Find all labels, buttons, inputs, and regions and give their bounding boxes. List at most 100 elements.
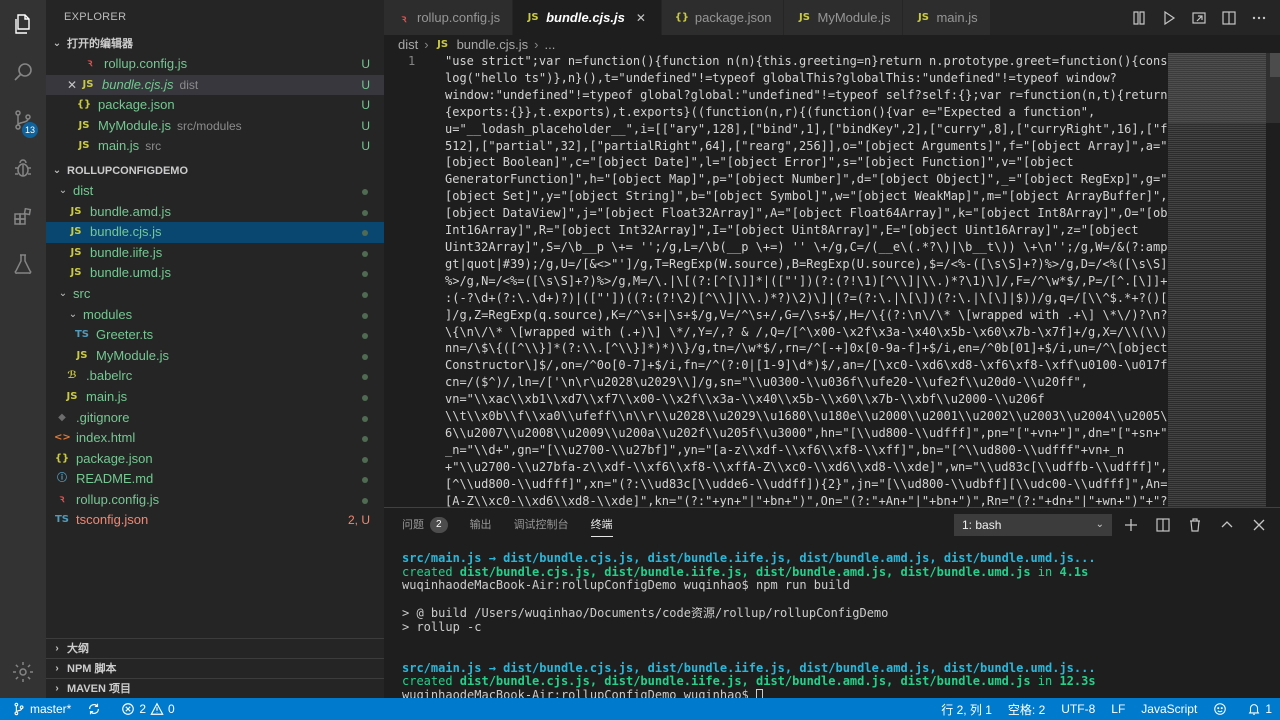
- code-line: u="__lodash_placeholder__",i=[["ary",128…: [445, 121, 1168, 136]
- open-editor-item[interactable]: ꝛ rollup.config.js U: [46, 54, 384, 75]
- code-line: [object Set]",y="[object String]",b="[ob…: [445, 189, 1168, 204]
- warning-icon: [150, 702, 164, 715]
- tab-bundle-cjs[interactable]: JS bundle.cjs.js ✕: [513, 0, 662, 35]
- tree-folder-modules[interactable]: ⌄ modules: [46, 305, 384, 326]
- tree-file[interactable]: <> index.html: [46, 428, 384, 449]
- extensions-icon[interactable]: [0, 192, 46, 240]
- problems-status[interactable]: 2 0: [113, 698, 182, 720]
- tab-terminal[interactable]: 终端: [590, 508, 613, 542]
- ts-file-icon: TS: [74, 329, 90, 341]
- tree-file[interactable]: ꝛ rollup.config.js: [46, 490, 384, 511]
- file-name: tsconfig.json: [76, 512, 149, 528]
- terminal-line: > rollup -c: [402, 619, 482, 634]
- scrollbar-thumb[interactable]: [1270, 53, 1280, 77]
- tree-folder-src[interactable]: ⌄ src: [46, 284, 384, 305]
- terminal-select[interactable]: 1: bash ⌄: [954, 514, 1112, 536]
- problems-count-badge: 2: [430, 517, 448, 533]
- tree-file[interactable]: JS bundle.amd.js: [46, 202, 384, 223]
- open-editor-item[interactable]: JS MyModule.js src/modules U: [46, 116, 384, 137]
- tree-file-selected[interactable]: JS bundle.cjs.js: [46, 222, 384, 243]
- tree-file[interactable]: JS bundle.iife.js: [46, 243, 384, 264]
- testing-icon[interactable]: [0, 240, 46, 288]
- run-icon[interactable]: [1156, 5, 1182, 31]
- breadcrumb-file[interactable]: bundle.cjs.js: [457, 37, 529, 52]
- open-editor-item[interactable]: JS main.js src U: [46, 136, 384, 157]
- settings-gear-icon[interactable]: [0, 648, 46, 696]
- terminal-output[interactable]: src/main.js → dist/bundle.cjs.js, dist/b…: [402, 551, 1262, 703]
- npm-scripts-section[interactable]: › NPM 脚本: [46, 658, 384, 678]
- file-name: bundle.amd.js: [90, 203, 171, 219]
- debug-icon[interactable]: [0, 144, 46, 192]
- error-icon: [122, 703, 135, 715]
- terminal-select-value: 1: bash: [962, 518, 1002, 532]
- branch-status[interactable]: master*: [0, 698, 79, 720]
- trash-icon[interactable]: [1182, 512, 1208, 538]
- file-name: Greeter.ts: [96, 327, 154, 343]
- open-editor-item[interactable]: ✕ JS bundle.cjs.js dist U: [46, 74, 384, 96]
- compare-icon[interactable]: [1126, 5, 1152, 31]
- new-terminal-icon[interactable]: [1118, 512, 1144, 538]
- encoding[interactable]: UTF-8: [1053, 698, 1103, 720]
- file-name: MyModule.js: [96, 347, 169, 363]
- tab-debug-console[interactable]: 调试控制台: [514, 508, 569, 542]
- notifications[interactable]: 1: [1239, 698, 1280, 720]
- outline-section[interactable]: › 大纲: [46, 638, 384, 658]
- source-control-icon[interactable]: [0, 96, 46, 144]
- tab-main[interactable]: JS main.js: [903, 0, 991, 35]
- code-line: +"\\u2700-\\u27bfa-z\\xdf-\\xf6\\xf8-\\x…: [445, 459, 1168, 474]
- breadcrumb-more[interactable]: ...: [544, 37, 555, 52]
- tab-problems[interactable]: 问题 2: [402, 508, 448, 542]
- modified-dot: [362, 456, 368, 463]
- js-file-icon: JS: [70, 226, 82, 238]
- tree-file[interactable]: JS bundle.umd.js: [46, 263, 384, 284]
- tab-output[interactable]: 输出: [470, 508, 492, 542]
- minimap-slider[interactable]: [1168, 53, 1280, 123]
- js-file-icon: JS: [70, 205, 82, 217]
- cursor-position[interactable]: 行 2, 列 1: [933, 698, 1000, 720]
- tree-file[interactable]: JS main.js: [46, 387, 384, 408]
- maven-section[interactable]: › MAVEN 项目: [46, 678, 384, 698]
- file-name: rollup.config.js: [104, 56, 188, 71]
- split-terminal-icon[interactable]: [1150, 512, 1176, 538]
- file-name: .gitignore: [76, 409, 130, 425]
- tree-file[interactable]: JS MyModule.js: [46, 346, 384, 367]
- editor-scrollbar[interactable]: [1270, 53, 1280, 507]
- modified-dot: [362, 394, 368, 401]
- code-content[interactable]: "use strict";var n=function(){function n…: [445, 53, 1168, 507]
- tree-file[interactable]: ℬ .babelrc: [46, 366, 384, 387]
- modified-dot: [362, 271, 368, 278]
- more-actions-icon[interactable]: [1246, 5, 1272, 31]
- close-icon[interactable]: ✕: [64, 75, 80, 96]
- feedback-icon[interactable]: [1205, 698, 1239, 720]
- minimap[interactable]: [1168, 53, 1280, 507]
- tree-file[interactable]: TS Greeter.ts: [46, 325, 384, 346]
- language-mode[interactable]: JavaScript: [1133, 698, 1205, 720]
- end-of-line[interactable]: LF: [1103, 698, 1133, 720]
- chevron-up-icon[interactable]: [1214, 512, 1240, 538]
- tree-file[interactable]: {} package.json: [46, 449, 384, 470]
- file-name: index.html: [76, 430, 136, 446]
- code-editor[interactable]: 1 "use strict";var n=function(){function…: [384, 53, 1168, 507]
- explorer-icon[interactable]: [0, 0, 46, 48]
- tree-file[interactable]: TS tsconfig.json 2, U: [46, 510, 384, 531]
- tab-package-json[interactable]: {} package.json: [661, 0, 785, 35]
- tab-rollup-config[interactable]: ꝛ rollup.config.js: [384, 0, 514, 35]
- tree-file[interactable]: ◆ .gitignore: [46, 408, 384, 429]
- tab-mymodule[interactable]: JS MyModule.js: [784, 0, 904, 35]
- indentation[interactable]: 空格: 2: [1000, 698, 1053, 720]
- close-panel-icon[interactable]: [1246, 512, 1272, 538]
- tree-file[interactable]: ⓘ README.md: [46, 469, 384, 490]
- search-icon[interactable]: [0, 48, 46, 96]
- modified-dot: [362, 477, 368, 484]
- sync-status[interactable]: [79, 698, 113, 720]
- open-preview-icon[interactable]: [1186, 5, 1212, 31]
- breadcrumb-folder[interactable]: dist: [398, 37, 418, 52]
- project-header[interactable]: ⌄ ROLLUPCONFIGDEMO: [46, 161, 384, 181]
- tree-folder-dist[interactable]: ⌄ dist: [46, 181, 384, 202]
- close-icon[interactable]: ✕: [633, 11, 649, 25]
- open-editor-item[interactable]: {} package.json U: [46, 95, 384, 116]
- status-right: 行 2, 列 1 空格: 2 UTF-8 LF JavaScript 1: [933, 698, 1280, 720]
- split-editor-icon[interactable]: [1216, 5, 1242, 31]
- html-file-icon: <>: [54, 432, 71, 444]
- open-editors-header[interactable]: ⌄ 打开的编辑器: [46, 34, 384, 54]
